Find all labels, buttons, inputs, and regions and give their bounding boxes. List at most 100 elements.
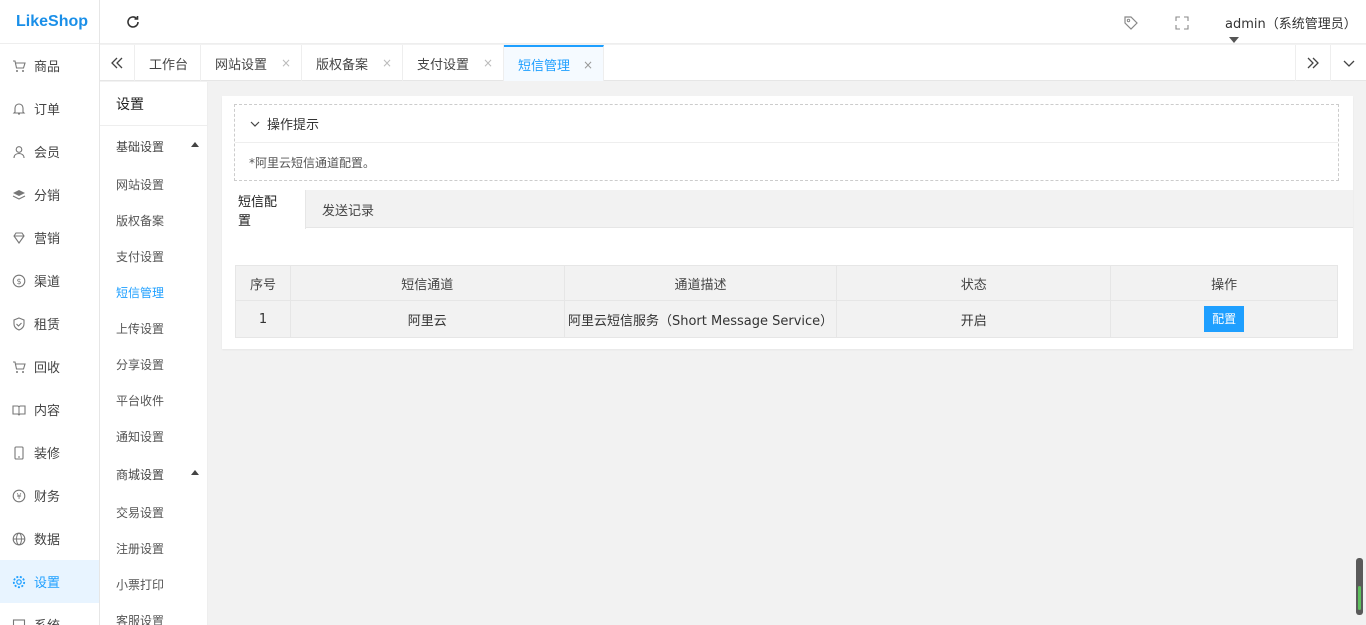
nav-item-distribution[interactable]: 分销 [0,173,99,216]
nav-item-label: 渠道 [34,275,61,290]
nav-item-orders[interactable]: 订单 [0,87,99,130]
group-label: 基础设置 [116,139,165,154]
nav-item-channel[interactable]: $ 渠道 [0,259,99,302]
submenu-item[interactable]: 上传设置 [100,310,207,346]
nav-item-label: 回收 [34,361,61,376]
nav-item-finance[interactable]: ¥ 财务 [0,474,99,517]
cell-status: 开启 [836,300,1112,338]
submenu-group-basic[interactable]: 基础设置 [100,126,207,166]
nav-item-system[interactable]: 系统 [0,603,99,625]
nav-item-label: 设置 [34,576,61,591]
phone-icon [12,445,26,460]
double-chevron-left-icon [111,57,123,69]
tab-payment[interactable]: 支付设置 × [403,45,504,81]
cart-icon [12,59,26,73]
nav-item-label: 商品 [34,60,61,75]
nav-item-label: 内容 [34,404,61,419]
submenu-item[interactable]: 平台收件 [100,382,207,418]
submenu-item[interactable]: 通知设置 [100,418,207,454]
tab-copyright[interactable]: 版权备案 × [302,45,403,81]
sms-channel-table: 序号 短信通道 通道描述 状态 操作 1 阿里云 阿里云短信服务（Short M… [235,265,1338,338]
submenu-item[interactable]: 版权备案 [100,202,207,238]
col-header: 短信通道 [289,265,565,301]
tab-label: 支付设置 [417,57,470,73]
tab-sms-config[interactable]: 短信配置 [222,190,306,229]
tab-workbench[interactable]: 工作台 [135,45,201,81]
page-tabs: 工作台 网站设置 × 版权备案 × 支付设置 × 短信管理 × [100,45,1366,81]
nav-item-label: 会员 [34,146,61,161]
tips-header[interactable]: 操作提示 [235,105,1338,143]
tab-send-records[interactable]: 发送记录 [306,190,396,228]
fullscreen-icon[interactable] [1175,16,1189,30]
tips-text: *阿里云短信通道配置。 [249,155,376,170]
submenu-item[interactable]: 交易设置 [100,494,207,530]
caret-up-icon [191,142,199,147]
tag-icon[interactable] [1123,15,1139,31]
tab-site-settings[interactable]: 网站设置 × [201,45,302,81]
submenu-item-active[interactable]: 短信管理 [100,274,207,310]
submenu-item[interactable]: 小票打印 [100,566,207,602]
tab-label: 版权备案 [316,57,369,73]
tabs-dropdown[interactable] [1330,45,1366,81]
nav-item-members[interactable]: 会员 [0,130,99,173]
close-icon[interactable]: × [281,56,291,70]
left-nav: LikeShop 商品 订单 会员 分销 营销 $ 渠道 租赁 回收 内容 装修… [0,0,100,625]
chevron-down-icon [1343,60,1354,67]
svg-text:¥: ¥ [16,492,21,501]
nav-item-content[interactable]: 内容 [0,388,99,431]
brand-logo[interactable]: LikeShop [0,0,99,44]
submenu-item[interactable]: 注册设置 [100,530,207,566]
scrollbar-thumb[interactable] [1356,558,1363,615]
submenu-item[interactable]: 网站设置 [100,166,207,202]
tabs-scroll-left[interactable] [100,45,135,81]
refresh-icon[interactable] [125,14,141,30]
nav-item-goods[interactable]: 商品 [0,44,99,87]
close-icon[interactable]: × [583,58,593,72]
cell-index: 1 [235,300,291,338]
nav-item-lease[interactable]: 租赁 [0,302,99,345]
submenu-item[interactable]: 支付设置 [100,238,207,274]
nav-item-marketing[interactable]: 营销 [0,216,99,259]
content-panel: 操作提示 *阿里云短信通道配置。 短信配置 发送记录 序号 短信通道 通道描述 … [222,96,1353,349]
submenu-group-mall[interactable]: 商城设置 [100,454,207,494]
nav-item-label: 订单 [34,103,61,118]
close-icon[interactable]: × [483,56,493,70]
caret-down-icon [1229,36,1239,43]
shield-icon [12,316,26,331]
tab-label: 网站设置 [215,57,268,73]
nav-item-label: 财务 [34,490,61,505]
nav-item-label: 系统 [34,615,60,625]
settings-submenu: 设置 基础设置 网站设置 版权备案 支付设置 短信管理 上传设置 分享设置 平台… [100,82,208,625]
gear-icon [12,575,26,589]
diamond-icon [12,231,26,245]
bell-icon [12,102,26,116]
caret-up-icon [191,470,199,475]
submenu-item[interactable]: 客服设置 [100,602,207,625]
tabs-scroll-right[interactable] [1295,45,1330,81]
nav-item-data[interactable]: 数据 [0,517,99,560]
group-label: 商城设置 [116,467,165,482]
svg-text:$: $ [16,277,21,286]
book-icon [12,403,26,417]
nav-item-label: 营销 [34,232,61,247]
submenu-item[interactable]: 分享设置 [100,346,207,382]
nav-item-settings[interactable]: 设置 [0,560,99,603]
user-name: admin（系统管理员） [1225,17,1357,32]
nav-item-recycle[interactable]: 回收 [0,345,99,388]
tab-sms[interactable]: 短信管理 × [504,45,604,81]
cell-action: 配置 [1110,300,1338,338]
close-icon[interactable]: × [382,56,392,70]
layers-icon [12,188,26,202]
config-button[interactable]: 配置 [1204,306,1245,332]
cell-channel: 阿里云 [289,300,565,338]
nav-item-decoration[interactable]: 装修 [0,431,99,474]
user-menu[interactable]: admin（系统管理员） [1225,13,1366,47]
user-icon [12,145,26,159]
col-header: 序号 [235,265,291,301]
tab-label: 短信管理 [518,58,571,74]
tab-label: 工作台 [149,57,189,73]
nav-item-label: 分销 [34,189,61,204]
nav-item-label: 装修 [34,447,61,462]
cart-icon [12,360,26,374]
globe-icon [12,532,26,546]
